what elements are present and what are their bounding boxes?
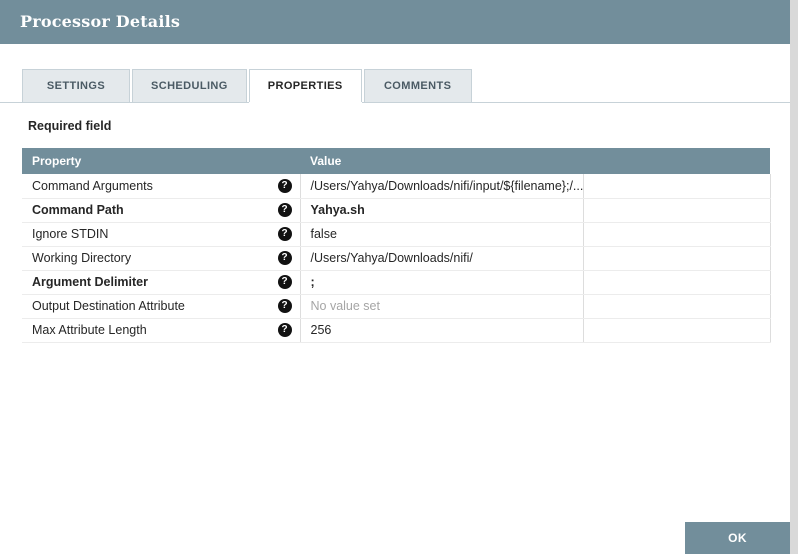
processor-details-dialog: Processor Details SETTINGS SCHEDULING PR… [0,0,798,554]
ok-button[interactable]: OK [685,522,790,554]
filler-cell [583,318,771,343]
page-background-strip [790,0,798,554]
table-row: Argument Delimiter ? ; [22,270,771,295]
tab-settings[interactable]: SETTINGS [22,69,130,102]
property-value: No value set [300,294,584,319]
table-row: Output Destination Attribute ? No value … [22,294,771,319]
property-value: /Users/Yahya/Downloads/nifi/ [300,246,584,271]
filler-cell [583,294,771,319]
dialog-title: Processor Details [20,12,181,31]
property-name: Max Attribute Length [32,323,147,337]
table-row: Command Arguments ? /Users/Yahya/Downloa… [22,174,771,199]
property-name: Argument Delimiter [32,275,148,289]
table-row: Ignore STDIN ? false [22,222,771,247]
column-header-value: Value [300,148,583,174]
property-name: Output Destination Attribute [32,299,185,313]
help-icon[interactable]: ? [277,227,292,241]
property-value: ; [300,270,584,295]
property-name: Command Arguments [32,178,153,193]
help-icon[interactable]: ? [277,323,292,337]
tab-bar: SETTINGS SCHEDULING PROPERTIES COMMENTS [0,69,790,103]
help-icon[interactable]: ? [277,299,292,313]
dialog-header: Processor Details [0,0,790,44]
tab-properties[interactable]: PROPERTIES [248,69,362,102]
help-icon[interactable]: ? [277,275,292,289]
required-field-label: Required field [28,119,112,133]
table-header-row: Property Value [22,148,770,174]
filler-cell [583,198,771,223]
properties-table: Property Value Command Arguments ? /User… [22,148,771,343]
property-value: Yahya.sh [300,198,584,223]
table-row: Working Directory ? /Users/Yahya/Downloa… [22,246,771,271]
property-value: 256 [300,318,584,343]
property-name: Working Directory [32,251,132,265]
table-row: Max Attribute Length ? 256 [22,318,771,343]
property-name: Command Path [32,203,124,217]
help-icon[interactable]: ? [277,203,292,217]
property-value: false [300,222,584,247]
filler-cell [583,222,771,247]
column-header-filler [583,148,770,174]
column-header-property: Property [22,148,300,174]
property-name: Ignore STDIN [32,227,109,241]
tab-comments[interactable]: COMMENTS [363,69,472,102]
filler-cell [583,246,771,271]
help-icon[interactable]: ? [277,251,292,265]
property-value: /Users/Yahya/Downloads/nifi/input/${file… [300,174,584,199]
tab-scheduling[interactable]: SCHEDULING [132,69,247,102]
table-row: Command Path ? Yahya.sh [22,198,771,223]
filler-cell [583,174,771,199]
filler-cell [583,270,771,295]
help-icon[interactable]: ? [277,178,292,193]
